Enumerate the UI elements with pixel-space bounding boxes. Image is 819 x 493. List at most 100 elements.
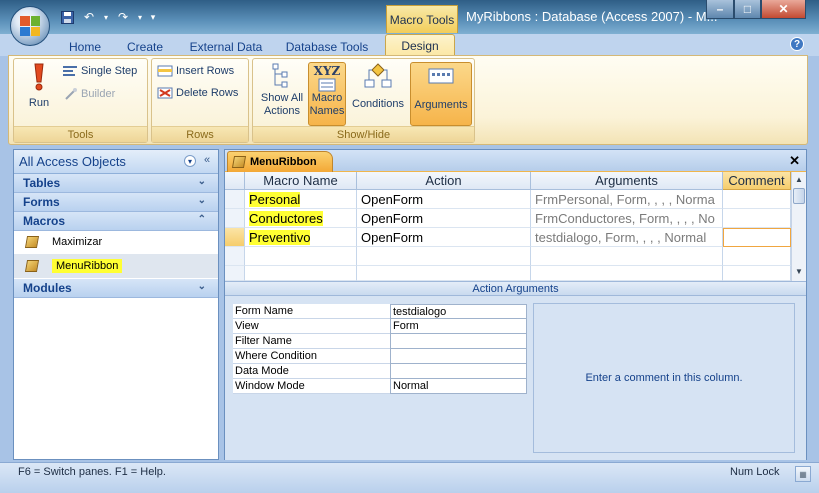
row-selector[interactable]	[225, 266, 245, 281]
macro-icon	[24, 260, 40, 272]
arguments-button[interactable]: Arguments	[410, 62, 472, 126]
nav-menu-chevron-icon[interactable]: ▾	[184, 155, 196, 167]
save-icon[interactable]	[58, 9, 76, 25]
cell-action[interactable]: OpenForm	[357, 190, 531, 209]
tab-external-data[interactable]: External Data	[184, 37, 268, 56]
cell-empty[interactable]	[245, 247, 357, 266]
document-tab-menuribbon[interactable]: MenuRibbon	[227, 151, 333, 172]
cell-empty[interactable]	[245, 266, 357, 281]
vertical-scrollbar[interactable]: ▲ ▼	[791, 172, 806, 281]
macro-names-label-2: Names	[309, 105, 345, 117]
conditions-button[interactable]: Conditions	[349, 62, 407, 126]
group-tools: Run Single Step Builder Tools	[13, 58, 148, 143]
nav-section-forms[interactable]: Forms ⌄	[14, 193, 218, 212]
row-selector-current[interactable]	[225, 228, 245, 247]
insert-rows-button[interactable]: Insert Rows	[157, 65, 234, 77]
argument-row-where-condition[interactable]: Where Condition	[233, 349, 527, 364]
argument-value-input[interactable]	[390, 334, 527, 349]
column-header-arguments[interactable]: Arguments	[531, 172, 723, 190]
row-selector[interactable]	[225, 247, 245, 266]
chevron-down-icon[interactable]: ▾	[136, 9, 144, 25]
window-controls: – □ ✕	[706, 0, 806, 20]
undo-icon[interactable]: ↶	[80, 9, 98, 25]
show-all-actions-label-1: Show All	[260, 92, 304, 104]
tab-design[interactable]: Design	[385, 34, 455, 57]
delete-rows-button[interactable]: Delete Rows	[157, 87, 238, 99]
argument-value-input[interactable]: testdialogo	[390, 304, 527, 319]
single-step-button[interactable]: Single Step	[62, 65, 137, 77]
xyz-icon: XYZ	[313, 64, 341, 78]
builder-button[interactable]: Builder	[64, 87, 115, 101]
close-document-icon[interactable]: ✕	[789, 153, 800, 169]
column-header-action[interactable]: Action	[357, 172, 531, 190]
nav-item-menuribbon[interactable]: MenuRibbon	[14, 254, 218, 278]
column-header-comment[interactable]: Comment	[723, 172, 791, 190]
cell-macro-name[interactable]: Preventivo	[245, 228, 357, 247]
nav-section-tables[interactable]: Tables ⌄	[14, 174, 218, 193]
nav-section-tables-label: Tables	[23, 176, 61, 190]
cell-empty[interactable]	[531, 266, 723, 281]
cell-arguments[interactable]: FrmConductores, Form, , , , No	[531, 209, 723, 228]
minimize-button[interactable]: –	[706, 0, 734, 19]
view-toggle-icon[interactable]: ▦	[795, 466, 811, 482]
nav-item-label: Maximizar	[52, 236, 103, 248]
cell-macro-name[interactable]: Personal	[245, 190, 357, 209]
nav-section-modules[interactable]: Modules ⌄	[14, 279, 218, 298]
quick-access-toolbar: ↶ ▾ ↷ ▾ ▾	[58, 8, 158, 26]
cell-comment[interactable]	[723, 190, 791, 209]
tab-home[interactable]: Home	[62, 37, 108, 56]
cell-empty[interactable]	[531, 247, 723, 266]
nav-section-macros[interactable]: Macros ⌃	[14, 212, 218, 231]
row-selector[interactable]	[225, 209, 245, 228]
exclamation-icon	[34, 63, 44, 91]
shutter-bar-close-icon[interactable]: «	[204, 154, 210, 166]
column-header-macro-name[interactable]: Macro Name	[245, 172, 357, 190]
cell-comment[interactable]	[723, 209, 791, 228]
tab-create[interactable]: Create	[120, 37, 170, 56]
customize-qat-icon[interactable]: ▾	[148, 9, 158, 25]
argument-row-data-mode[interactable]: Data Mode	[233, 364, 527, 379]
argument-value-input[interactable]: Form	[390, 319, 527, 334]
cell-arguments[interactable]: FrmPersonal, Form, , , , Norma	[531, 190, 723, 209]
cell-macro-name[interactable]: Conductores	[245, 209, 357, 228]
tab-database-tools[interactable]: Database Tools	[281, 37, 373, 56]
cell-arguments[interactable]: testdialogo, Form, , , , Normal	[531, 228, 723, 247]
argument-row-window-mode[interactable]: Window Mode Normal	[233, 379, 527, 394]
arguments-icon	[428, 68, 454, 84]
builder-label: Builder	[81, 88, 116, 100]
cell-empty[interactable]	[723, 247, 791, 266]
cell-action[interactable]: OpenForm	[357, 228, 531, 247]
help-icon[interactable]: ?	[790, 37, 804, 51]
scroll-up-icon[interactable]: ▲	[793, 173, 805, 185]
cell-empty[interactable]	[357, 247, 531, 266]
redo-icon[interactable]: ↷	[114, 9, 132, 25]
argument-row-form-name[interactable]: Form Name testdialogo	[233, 304, 527, 319]
chevron-down-icon[interactable]: ▾	[102, 9, 110, 25]
nav-item-maximizar[interactable]: Maximizar	[14, 230, 218, 254]
argument-value-input[interactable]	[390, 349, 527, 364]
cell-empty[interactable]	[723, 266, 791, 281]
scroll-thumb[interactable]	[793, 188, 805, 204]
office-logo-icon	[20, 16, 40, 36]
nav-pane-header[interactable]: All Access Objects ▾ «	[14, 150, 218, 174]
row-selector[interactable]	[225, 190, 245, 209]
run-button[interactable]: Run	[18, 63, 60, 123]
conditions-label: Conditions	[352, 98, 404, 110]
scroll-down-icon[interactable]: ▼	[793, 265, 805, 277]
argument-label: Filter Name	[233, 334, 390, 349]
wand-icon	[65, 88, 77, 100]
nav-section-modules-label: Modules	[23, 281, 72, 295]
macro-names-icon	[318, 78, 336, 92]
office-button[interactable]	[10, 6, 50, 46]
cell-action[interactable]: OpenForm	[357, 209, 531, 228]
close-button[interactable]: ✕	[761, 0, 806, 19]
cell-empty[interactable]	[357, 266, 531, 281]
argument-value-input[interactable]: Normal	[390, 379, 527, 394]
macro-names-button[interactable]: XYZ Macro Names	[308, 62, 346, 126]
maximize-button[interactable]: □	[734, 0, 761, 19]
cell-comment-active[interactable]	[723, 228, 791, 247]
argument-row-filter-name[interactable]: Filter Name	[233, 334, 527, 349]
argument-row-view[interactable]: View Form	[233, 319, 527, 334]
show-all-actions-button[interactable]: Show All Actions	[256, 62, 308, 126]
argument-value-input[interactable]	[390, 364, 527, 379]
